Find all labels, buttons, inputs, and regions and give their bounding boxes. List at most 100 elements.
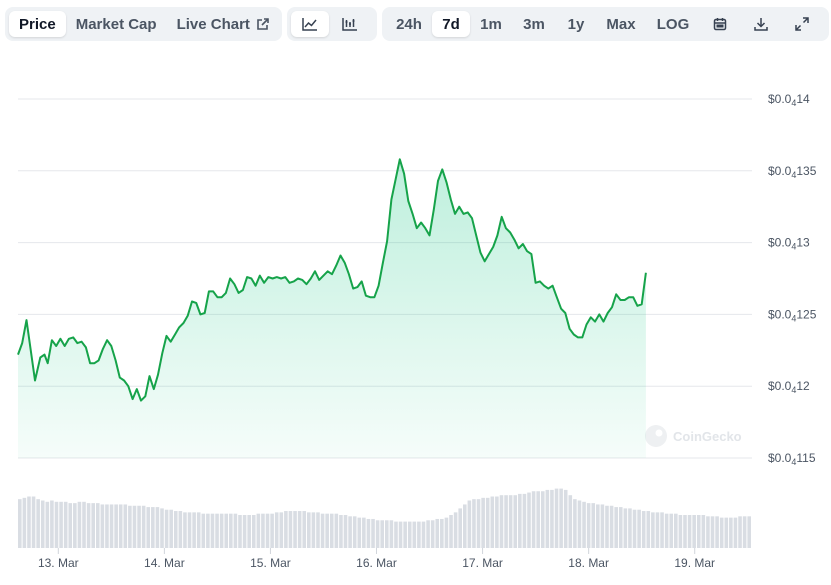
candlestick-chart-icon [342,17,358,31]
volume-bar [563,489,568,548]
volume-bar [307,512,311,548]
volume-bar [105,504,109,548]
volume-bar [495,496,499,548]
volume-bar [545,489,550,548]
volume-bar [73,503,77,548]
x-tick-label: 17. Mar [462,556,503,570]
volume-bar [444,517,449,548]
volume-bar [485,497,490,548]
chart-type-tabs: Price Market Cap Live Chart [5,7,282,41]
y-tick-label: $0.0412 [768,379,810,395]
range-1m[interactable]: 1m [470,11,512,37]
y-tick-label: $0.04125 [768,307,817,323]
tab-market-cap[interactable]: Market Cap [66,11,167,37]
volume-bar [426,520,430,548]
volume-bar [210,513,215,548]
volume-bar [293,511,297,548]
volume-bar [284,511,288,548]
volume-bar [559,488,563,548]
volume-bar [160,508,164,548]
volume-bar [696,515,701,548]
volume-bar [683,515,687,548]
volume-bar [573,499,577,548]
volume-bar [224,513,229,548]
volume-bar [628,508,632,548]
volume-bar [54,501,59,548]
volume-bar [36,499,40,548]
volume-bar [348,516,352,548]
volume-bar [357,517,362,548]
volume-bar [371,518,375,548]
time-range-tabs: 24h 7d 1m 3m 1y Max LOG [382,7,829,41]
volume-bar [687,515,692,548]
volume-bar [247,515,251,548]
volume-bar [747,516,751,548]
volume-bar [435,518,440,548]
coingecko-watermark: CoinGecko [645,425,742,447]
volume-bar [678,515,683,548]
volume-bar [568,495,573,548]
volume-bar [123,504,128,548]
volume-bar [375,520,380,548]
y-axis: $0.04115 $0.0412 $0.04125 $0.0413 $0.04135 $0… [768,92,817,467]
volume-bar [715,516,719,548]
volume-bar [467,500,472,548]
volume-bar [729,517,733,548]
volume-bar [22,497,27,548]
volume-bar [261,513,265,548]
volume-bar [738,516,742,548]
range-7d[interactable]: 7d [432,11,470,37]
volume-bar [733,517,738,548]
volume-bar [251,515,256,548]
volume-bar [59,501,63,548]
volume-bar [540,491,545,548]
volume-bar [407,521,412,548]
range-max[interactable]: Max [596,11,646,37]
volume-bar [674,513,678,548]
coingecko-logo-eye [655,429,663,437]
volume-bar [68,503,73,548]
volume-bar [742,516,747,548]
x-tick-label: 18. Mar [568,556,609,570]
volume-bar [82,501,86,548]
volume-bar [40,500,45,548]
coingecko-logo-icon [645,425,667,447]
fullscreen-button[interactable] [782,11,822,37]
date-range-button[interactable] [700,11,740,37]
volume-bar [710,516,715,548]
volume-bar [206,513,210,548]
volume-bar [449,515,453,548]
volume-bar [164,509,169,548]
tab-price[interactable]: Price [9,11,66,37]
price-chart[interactable]: $0.04115 $0.0412 $0.04125 $0.0413 $0.04135 $0… [0,0,831,580]
line-chart-button[interactable] [291,11,329,37]
volume-bar [430,520,435,548]
volume-bar [618,507,623,548]
volume-bar [481,497,485,548]
tab-live-chart-label: Live Chart [176,15,250,33]
y-tick-label: $0.04135 [768,164,817,180]
tab-live-chart[interactable]: Live Chart [167,11,279,37]
volume-bar [114,504,118,548]
download-button[interactable] [740,11,782,37]
volume-bar [646,511,651,548]
volume-bar [504,495,508,548]
price-chart-svg[interactable]: $0.04115 $0.0412 $0.04125 $0.0413 $0.04135 $0… [0,0,831,580]
range-24h[interactable]: 24h [386,11,432,37]
volume-bar [288,511,293,548]
chart-style-toggle [287,7,377,41]
x-tick-label: 13. Mar [38,556,79,570]
volume-bar [362,517,366,548]
volume-bar [385,520,389,548]
volume-bar [513,495,518,548]
volume-bar [50,500,54,548]
range-3m[interactable]: 3m [512,11,556,37]
volume-bar [352,516,357,548]
line-chart-icon [302,17,318,31]
candlestick-chart-button[interactable] [329,11,371,37]
range-1y[interactable]: 1y [556,11,596,37]
volume-bar [522,493,527,548]
volume-bar [178,511,183,548]
volume-bar [664,513,669,548]
log-scale-toggle[interactable]: LOG [646,11,700,37]
